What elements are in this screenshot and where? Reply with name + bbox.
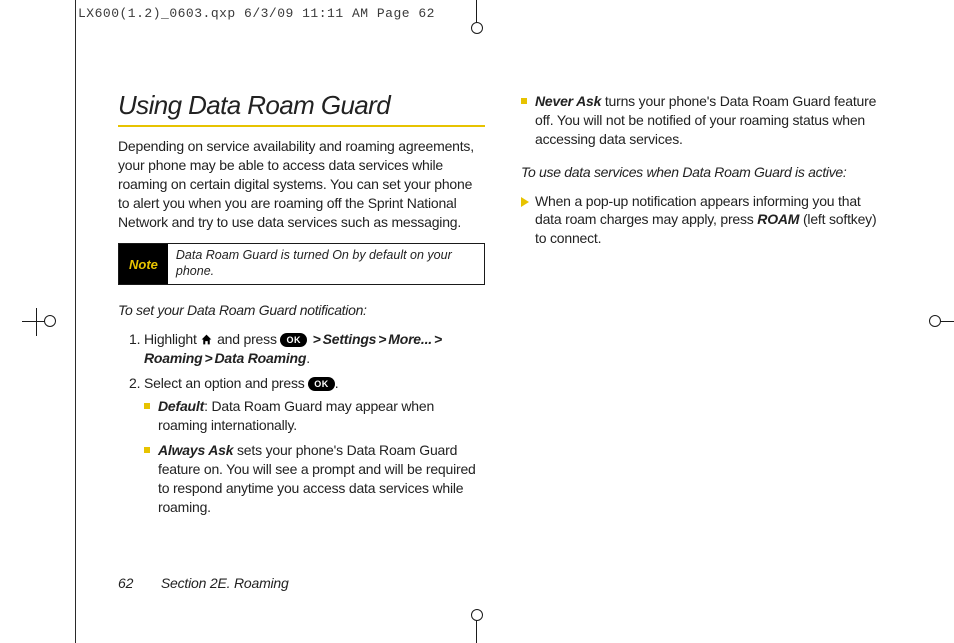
menu-more: More... (388, 331, 432, 347)
crop-mark (471, 22, 483, 34)
options-list-cont: Never Ask turns your phone's Data Roam G… (521, 92, 888, 149)
option-never-ask: Never Ask turns your phone's Data Roam G… (535, 92, 888, 149)
gt: > (376, 331, 388, 347)
step-2-pre: Select an option and press (144, 375, 308, 391)
active-step-1: When a pop-up notification appears infor… (535, 192, 888, 249)
spine-rule (75, 0, 76, 643)
roam-softkey: ROAM (757, 211, 799, 227)
option-default-term: Default (158, 398, 204, 414)
page-number: 62 (118, 575, 133, 591)
menu-settings: Settings (323, 331, 377, 347)
crop-mark (929, 315, 941, 327)
gt: > (311, 331, 323, 347)
step-2: Select an option and press OK. Default: … (144, 374, 485, 516)
note-box: Note Data Roam Guard is turned On by def… (118, 243, 485, 284)
crop-mark (44, 315, 56, 327)
crop-mark (36, 308, 37, 336)
menu-roaming: Roaming (144, 350, 203, 366)
options-list: Default: Data Roam Guard may appear when… (144, 397, 485, 516)
title-underline (118, 125, 485, 127)
section-title: Using Data Roam Guard (118, 90, 485, 121)
option-always-term: Always Ask (158, 442, 233, 458)
left-column: Using Data Roam Guard Depending on servi… (118, 90, 485, 528)
ok-key-icon: OK (308, 377, 335, 391)
ok-key-icon: OK (280, 333, 307, 347)
step-1-mid: and press (213, 331, 280, 347)
steps-list: Highlight and press OK >Settings>More...… (118, 330, 485, 517)
right-column: Never Ask turns your phone's Data Roam G… (521, 90, 888, 528)
step-1-pre: Highlight (144, 331, 200, 347)
gt: > (203, 350, 215, 366)
option-never-term: Never Ask (535, 93, 601, 109)
page-content: Using Data Roam Guard Depending on servi… (118, 90, 888, 528)
note-label: Note (119, 244, 168, 283)
section-label: Section 2E. Roaming (161, 575, 289, 591)
page-footer: 62 Section 2E. Roaming (118, 575, 289, 591)
option-default: Default: Data Roam Guard may appear when… (158, 397, 485, 435)
crop-mark (471, 609, 483, 621)
step-1-end: . (306, 350, 310, 366)
option-always-ask: Always Ask sets your phone's Data Roam G… (158, 441, 485, 517)
home-icon (200, 330, 213, 349)
print-slug: LX600(1.2)_0603.qxp 6/3/09 11:11 AM Page… (78, 6, 435, 21)
subhead-use-active: To use data services when Data Roam Guar… (521, 163, 888, 182)
step-2-end: . (335, 375, 339, 391)
note-text: Data Roam Guard is turned On by default … (168, 244, 484, 283)
intro-paragraph: Depending on service availability and ro… (118, 137, 485, 231)
subhead-set-notification: To set your Data Roam Guard notification… (118, 301, 485, 320)
gt: > (432, 331, 444, 347)
active-steps: When a pop-up notification appears infor… (521, 192, 888, 249)
step-1: Highlight and press OK >Settings>More...… (144, 330, 485, 369)
menu-data-roaming: Data Roaming (214, 350, 306, 366)
